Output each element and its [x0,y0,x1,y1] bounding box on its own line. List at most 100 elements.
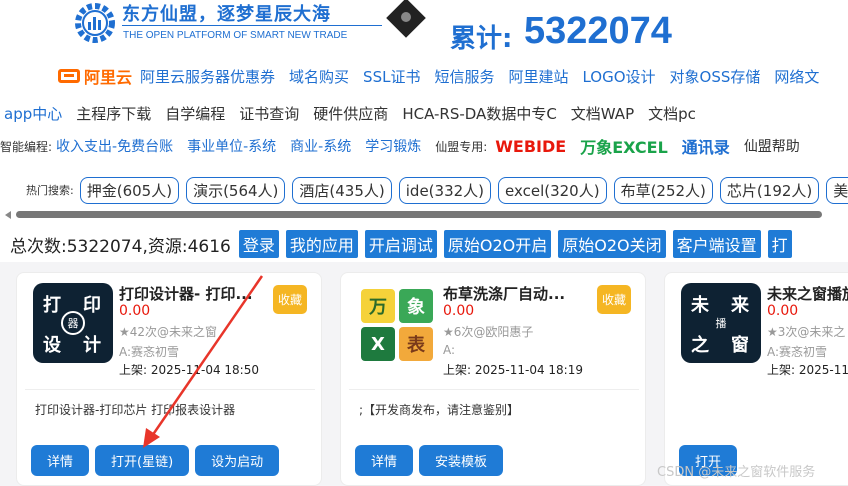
aliyun-logo[interactable]: 阿里云 [58,64,132,88]
app-card: 未 来 之 窗 播 未来之窗播放 0.00 ★3次@未来之 A:赛忞初雪 上架:… [664,272,848,486]
icon-cell: 万 [361,289,395,323]
print-designer-app-icon: 打 印 设 计 器 [33,283,113,363]
app-card: 打 印 设 计 器 打印设计器- 打印... 0.00 ★42次@未来之窗 A:… [16,272,322,486]
app-shelf-date: 上架: 2025-11-04 18:19 [443,363,583,377]
hot-search-tag[interactable]: excel(320人) [498,176,607,204]
icon-center-char: 器 [61,311,85,335]
install-template-button[interactable]: 安装模板 [419,445,504,476]
icon-cell: 表 [399,327,433,361]
stats-toolbar: 总次数:5322074,资源:4616 登录 我的应用 开启调试 原始O2O开启… [0,230,799,258]
nav-link[interactable]: 文档WAP [571,103,634,124]
details-button[interactable]: 详情 [355,445,414,476]
icon-char: 计 [83,335,101,356]
icon-char: 来 [731,295,749,316]
card-divider [349,389,639,390]
o2o-enable-button[interactable]: 原始O2O开启 [443,230,552,258]
card-actions: 详情 打开(星链) 设为启动 [31,445,285,476]
brand-subtitle: THE OPEN PLATFORM OF SMART NEW TRADE [123,30,348,41]
stats-summary: 总次数:5322074,资源:4616 [10,236,231,257]
app-meta: ★6次@欧阳惠子 [443,325,534,339]
nav-link[interactable]: HCA-RS-DA数据中专C [402,103,556,124]
details-button[interactable]: 详情 [31,445,90,476]
hot-search-tag[interactable]: ide(332人) [398,176,492,204]
nav-link[interactable]: 硬件供应商 [313,103,388,124]
nav-link[interactable]: 主程序下载 [76,103,151,124]
nav-link-app-center[interactable]: app中心 [4,103,62,124]
app-price: 0.00 [767,303,799,319]
hot-search-tag[interactable]: 押金(605人) [79,176,180,204]
scroll-thumb[interactable] [16,211,822,218]
card-divider [25,389,315,390]
app-author: A: [443,343,456,357]
o2o-disable-button[interactable]: 原始O2O关闭 [558,230,666,258]
aliyun-link[interactable]: 短信服务 [434,66,494,87]
aliyun-link[interactable]: LOGO设计 [582,66,655,87]
aliyun-link[interactable]: 域名购买 [289,66,349,87]
app-description: ;【开发商发布，请注意鉴别】 [359,403,520,417]
smart-link[interactable]: 学习锻炼 [365,136,421,156]
scroll-left-arrow-icon[interactable] [5,211,11,219]
app-card: 万 象 X 表 布草洗涤厂自动... 0.00 ★6次@欧阳惠子 A: 上架: … [340,272,646,486]
app-title[interactable]: 布草洗涤厂自动... [443,283,565,304]
hot-search-tag[interactable]: 酒店(435人) [292,176,392,204]
app-meta: ★3次@未来之 [767,325,846,339]
csdn-watermark: CSDN @未来之窗软件服务 [657,465,816,480]
icon-char: 之 [691,335,709,356]
hot-search-tag[interactable]: 布草(252人) [613,176,713,204]
nav-link[interactable]: 自学编程 [165,103,225,124]
aliyun-logo-text: 阿里云 [84,68,133,87]
client-settings-button[interactable]: 客户端设置 [672,230,761,258]
smart-link[interactable]: 商业-系统 [290,136,351,156]
smart-programming-label: 智能编程: [0,139,53,154]
enable-debug-button[interactable]: 开启调试 [364,230,437,258]
app-price: 0.00 [443,303,475,319]
aliyun-link[interactable]: 阿里建站 [508,66,568,87]
icon-char: 打 [43,295,61,316]
diamond-dot [401,12,411,22]
icon-cell: 象 [399,289,433,323]
app-author: A:赛忞初雪 [767,345,828,359]
hot-search-row: 热门搜索: 押金(605人) 演示(564人) 酒店(435人) ide(332… [0,175,848,205]
aliyun-links-row: 阿里云 阿里云服务器优惠券 域名购买 SSL证书 短信服务 阿里建站 LOGO设… [0,60,848,92]
app-shelf-date: 上架: 2025-11 [767,363,848,377]
gear-logo-icon [75,3,115,43]
smart-link[interactable]: 事业单位-系统 [187,136,276,156]
aliyun-bracket-icon [58,69,80,83]
wanxiang-excel-link[interactable]: 万象EXCEL [580,134,668,158]
icon-char: 设 [43,335,61,356]
card-actions: 详情 安装模板 [355,445,509,476]
my-apps-button[interactable]: 我的应用 [285,230,358,258]
aliyun-link[interactable]: 网络文 [774,66,819,87]
hot-search-tag[interactable]: 芯片(192人) [719,176,820,204]
app-title[interactable]: 未来之窗播放 [767,283,848,304]
app-price: 0.00 [119,303,151,319]
icon-center-char: 播 [715,317,727,330]
total-label: 累计: [450,24,513,54]
more-button[interactable]: 打 [767,230,792,258]
webide-link[interactable]: WEBIDE [495,137,566,156]
set-startup-button[interactable]: 设为启动 [195,445,280,476]
wanxiang-excel-app-icon: 万 象 X 表 [357,283,437,363]
aliyun-link[interactable]: SSL证书 [363,66,420,87]
aliyun-link[interactable]: 阿里云服务器优惠券 [140,66,275,87]
favorite-button[interactable]: 收藏 [273,285,308,314]
xianmeng-label: 仙盟专用: [435,139,488,154]
smart-programming-row: 智能编程: 收入支出-免费台账 事业单位-系统 商业-系统 学习锻炼 仙盟专用:… [0,134,800,158]
smart-link[interactable]: 收入支出-免费台账 [56,136,173,156]
open-starlink-button[interactable]: 打开(星链) [95,445,190,476]
contacts-link[interactable]: 通讯录 [682,134,730,158]
main-nav-row: app中心 主程序下载 自学编程 证书查询 硬件供应商 HCA-RS-DA数据中… [4,100,710,126]
app-title[interactable]: 打印设计器- 打印... [119,283,253,304]
nav-link[interactable]: 证书查询 [239,103,299,124]
hot-search-tag[interactable]: 演示(564人) [186,176,286,204]
aliyun-link[interactable]: 对象OSS存储 [670,66,761,87]
horizontal-scrollbar[interactable] [0,208,848,222]
help-link[interactable]: 仙盟帮助 [744,136,800,156]
login-button[interactable]: 登录 [238,230,279,258]
favorite-button[interactable]: 收藏 [597,285,632,314]
nav-link[interactable]: 文档pc [648,103,696,124]
app-description: 打印设计器-打印芯片 打印报表设计器 [35,403,236,417]
window-player-app-icon: 未 来 之 窗 播 [681,283,761,363]
icon-char: 印 [83,295,101,316]
hot-search-tag[interactable]: 美发 [826,176,848,204]
